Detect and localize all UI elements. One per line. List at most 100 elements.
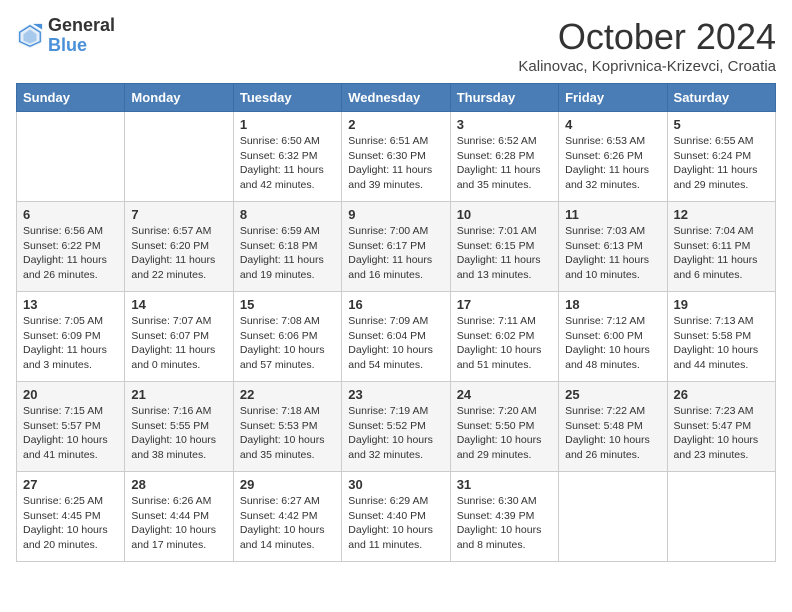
day-number: 9 bbox=[348, 207, 443, 222]
cell-info: Sunrise: 6:29 AM Sunset: 4:40 PM Dayligh… bbox=[348, 494, 443, 553]
day-number: 20 bbox=[23, 387, 118, 402]
calendar-cell: 22 Sunrise: 7:18 AM Sunset: 5:53 PM Dayli… bbox=[233, 382, 341, 472]
week-row-1: 1 Sunrise: 6:50 AM Sunset: 6:32 PM Daylig… bbox=[17, 112, 776, 202]
calendar-cell: 23 Sunrise: 7:19 AM Sunset: 5:52 PM Dayli… bbox=[342, 382, 450, 472]
cell-info: Sunrise: 6:50 AM Sunset: 6:32 PM Dayligh… bbox=[240, 134, 335, 193]
day-number: 5 bbox=[674, 117, 769, 132]
day-header-saturday: Saturday bbox=[667, 84, 775, 112]
cell-info: Sunrise: 7:01 AM Sunset: 6:15 PM Dayligh… bbox=[457, 224, 552, 283]
calendar-cell: 17Sunrise: 7:11 AM Sunset: 6:02 PM Dayli… bbox=[450, 292, 558, 382]
calendar-cell: 25 Sunrise: 7:22 AM Sunset: 5:48 PM Dayli… bbox=[559, 382, 667, 472]
day-number: 24 bbox=[457, 387, 552, 402]
calendar-cell: 15Sunrise: 7:08 AM Sunset: 6:06 PM Dayli… bbox=[233, 292, 341, 382]
cell-info: Sunrise: 7:22 AM Sunset: 5:48 PM Dayligh… bbox=[565, 404, 660, 463]
calendar-cell: 16 Sunrise: 7:09 AM Sunset: 6:04 PM Dayli… bbox=[342, 292, 450, 382]
calendar-cell: 20 Sunrise: 7:15 AM Sunset: 5:57 PM Dayli… bbox=[17, 382, 125, 472]
day-number: 16 bbox=[348, 297, 443, 312]
calendar-cell: 10 Sunrise: 7:01 AM Sunset: 6:15 PM Dayli… bbox=[450, 202, 558, 292]
cell-info: Sunrise: 7:00 AM Sunset: 6:17 PM Dayligh… bbox=[348, 224, 443, 283]
day-number: 25 bbox=[565, 387, 660, 402]
day-number: 2 bbox=[348, 117, 443, 132]
day-number: 27 bbox=[23, 477, 118, 492]
calendar-cell: 30 Sunrise: 6:29 AM Sunset: 4:40 PM Dayli… bbox=[342, 472, 450, 562]
day-number: 11 bbox=[565, 207, 660, 222]
location: Kalinovac, Koprivnica-Krizevci, Croatia bbox=[518, 58, 776, 75]
cell-info: Sunrise: 7:09 AM Sunset: 6:04 PM Dayligh… bbox=[348, 314, 443, 373]
day-number: 22 bbox=[240, 387, 335, 402]
calendar-cell bbox=[667, 472, 775, 562]
calendar-cell: 12 Sunrise: 7:04 AM Sunset: 6:11 PM Dayli… bbox=[667, 202, 775, 292]
day-number: 21 bbox=[131, 387, 226, 402]
day-number: 12 bbox=[674, 207, 769, 222]
day-number: 18 bbox=[565, 297, 660, 312]
cell-info: Sunrise: 7:12 AM Sunset: 6:00 PM Dayligh… bbox=[565, 314, 660, 373]
cell-info: Sunrise: 6:52 AM Sunset: 6:28 PM Dayligh… bbox=[457, 134, 552, 193]
cell-info: Sunrise: 6:59 AM Sunset: 6:18 PM Dayligh… bbox=[240, 224, 335, 283]
calendar-cell: 14Sunrise: 7:07 AM Sunset: 6:07 PM Dayli… bbox=[125, 292, 233, 382]
day-number: 30 bbox=[348, 477, 443, 492]
day-number: 4 bbox=[565, 117, 660, 132]
calendar-cell: 6 Sunrise: 6:56 AM Sunset: 6:22 PM Daylig… bbox=[17, 202, 125, 292]
calendar-cell: 18 Sunrise: 7:12 AM Sunset: 6:00 PM Dayli… bbox=[559, 292, 667, 382]
cell-info: Sunrise: 7:13 AM Sunset: 5:58 PM Dayligh… bbox=[674, 314, 769, 373]
day-header-thursday: Thursday bbox=[450, 84, 558, 112]
calendar-cell: 3 Sunrise: 6:52 AM Sunset: 6:28 PM Daylig… bbox=[450, 112, 558, 202]
day-number: 6 bbox=[23, 207, 118, 222]
calendar-cell: 1 Sunrise: 6:50 AM Sunset: 6:32 PM Daylig… bbox=[233, 112, 341, 202]
day-number: 31 bbox=[457, 477, 552, 492]
calendar-cell bbox=[125, 112, 233, 202]
day-number: 26 bbox=[674, 387, 769, 402]
day-number: 1 bbox=[240, 117, 335, 132]
calendar-cell: 21 Sunrise: 7:16 AM Sunset: 5:55 PM Dayli… bbox=[125, 382, 233, 472]
week-row-5: 27 Sunrise: 6:25 AM Sunset: 4:45 PM Dayli… bbox=[17, 472, 776, 562]
cell-info: Sunrise: 6:27 AM Sunset: 4:42 PM Dayligh… bbox=[240, 494, 335, 553]
cell-info: Sunrise: 7:04 AM Sunset: 6:11 PM Dayligh… bbox=[674, 224, 769, 283]
day-number: 23 bbox=[348, 387, 443, 402]
cell-info: Sunrise: 7:08 AM Sunset: 6:06 PM Dayligh… bbox=[240, 314, 335, 373]
calendar-cell bbox=[17, 112, 125, 202]
cell-info: Sunrise: 7:19 AM Sunset: 5:52 PM Dayligh… bbox=[348, 404, 443, 463]
logo-icon bbox=[16, 22, 44, 50]
cell-info: Sunrise: 7:20 AM Sunset: 5:50 PM Dayligh… bbox=[457, 404, 552, 463]
calendar-cell: 9 Sunrise: 7:00 AM Sunset: 6:17 PM Daylig… bbox=[342, 202, 450, 292]
day-header-wednesday: Wednesday bbox=[342, 84, 450, 112]
cell-info: Sunrise: 6:53 AM Sunset: 6:26 PM Dayligh… bbox=[565, 134, 660, 193]
cell-info: Sunrise: 6:56 AM Sunset: 6:22 PM Dayligh… bbox=[23, 224, 118, 283]
calendar-cell: 2Sunrise: 6:51 AM Sunset: 6:30 PM Daylig… bbox=[342, 112, 450, 202]
cell-info: Sunrise: 7:18 AM Sunset: 5:53 PM Dayligh… bbox=[240, 404, 335, 463]
week-row-3: 13Sunrise: 7:05 AM Sunset: 6:09 PM Dayli… bbox=[17, 292, 776, 382]
week-row-4: 20 Sunrise: 7:15 AM Sunset: 5:57 PM Dayli… bbox=[17, 382, 776, 472]
logo-general: General bbox=[48, 16, 115, 36]
cell-info: Sunrise: 7:16 AM Sunset: 5:55 PM Dayligh… bbox=[131, 404, 226, 463]
cell-info: Sunrise: 6:25 AM Sunset: 4:45 PM Dayligh… bbox=[23, 494, 118, 553]
calendar-cell: 8Sunrise: 6:59 AM Sunset: 6:18 PM Daylig… bbox=[233, 202, 341, 292]
day-number: 19 bbox=[674, 297, 769, 312]
calendar-cell bbox=[559, 472, 667, 562]
calendar-cell: 11 Sunrise: 7:03 AM Sunset: 6:13 PM Dayli… bbox=[559, 202, 667, 292]
day-number: 17 bbox=[457, 297, 552, 312]
logo-text: General Blue bbox=[48, 16, 115, 56]
calendar-cell: 7Sunrise: 6:57 AM Sunset: 6:20 PM Daylig… bbox=[125, 202, 233, 292]
day-header-friday: Friday bbox=[559, 84, 667, 112]
header-row: SundayMondayTuesdayWednesdayThursdayFrid… bbox=[17, 84, 776, 112]
logo: General Blue bbox=[16, 16, 115, 56]
day-number: 3 bbox=[457, 117, 552, 132]
day-number: 14 bbox=[131, 297, 226, 312]
logo-blue: Blue bbox=[48, 36, 115, 56]
day-header-tuesday: Tuesday bbox=[233, 84, 341, 112]
cell-info: Sunrise: 6:55 AM Sunset: 6:24 PM Dayligh… bbox=[674, 134, 769, 193]
calendar-cell: 27 Sunrise: 6:25 AM Sunset: 4:45 PM Dayli… bbox=[17, 472, 125, 562]
cell-info: Sunrise: 7:05 AM Sunset: 6:09 PM Dayligh… bbox=[23, 314, 118, 373]
calendar-cell: 24 Sunrise: 7:20 AM Sunset: 5:50 PM Dayli… bbox=[450, 382, 558, 472]
cell-info: Sunrise: 7:23 AM Sunset: 5:47 PM Dayligh… bbox=[674, 404, 769, 463]
cell-info: Sunrise: 6:26 AM Sunset: 4:44 PM Dayligh… bbox=[131, 494, 226, 553]
calendar-cell: 31Sunrise: 6:30 AM Sunset: 4:39 PM Dayli… bbox=[450, 472, 558, 562]
day-number: 10 bbox=[457, 207, 552, 222]
day-header-monday: Monday bbox=[125, 84, 233, 112]
day-number: 28 bbox=[131, 477, 226, 492]
page-header: General Blue October 2024 Kalinovac, Kop… bbox=[16, 16, 776, 75]
cell-info: Sunrise: 7:03 AM Sunset: 6:13 PM Dayligh… bbox=[565, 224, 660, 283]
calendar-table: SundayMondayTuesdayWednesdayThursdayFrid… bbox=[16, 83, 776, 562]
title-block: October 2024 Kalinovac, Koprivnica-Krize… bbox=[518, 16, 776, 75]
cell-info: Sunrise: 7:15 AM Sunset: 5:57 PM Dayligh… bbox=[23, 404, 118, 463]
